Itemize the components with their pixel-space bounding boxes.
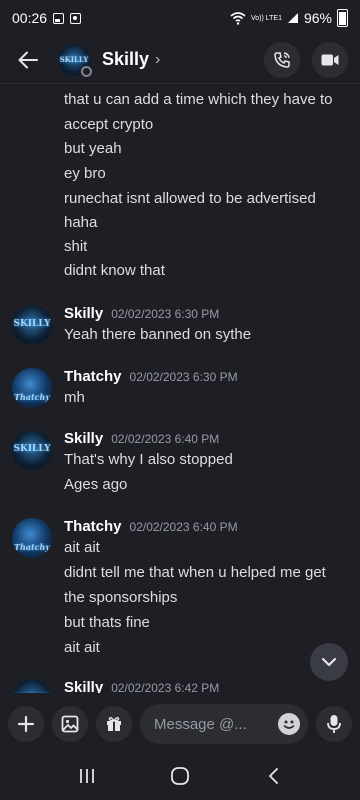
clock: 00:26 bbox=[12, 10, 48, 26]
avatar[interactable]: Thatchy bbox=[12, 368, 52, 408]
wifi-icon bbox=[230, 12, 246, 25]
voice-call-button[interactable] bbox=[264, 41, 300, 78]
message-line: ey bro bbox=[64, 165, 106, 182]
message-timestamp: 02/02/2023 6:30 PM bbox=[129, 370, 238, 384]
chat-header: SKILLY Skilly › bbox=[0, 36, 360, 84]
message-line: didnt tell me that when u helped me get bbox=[64, 564, 326, 581]
message-line: didnt know that bbox=[64, 262, 165, 279]
avatar[interactable]: Thatchy bbox=[12, 518, 52, 558]
message-line: that u can add a time which they have to bbox=[64, 91, 333, 108]
avatar[interactable]: SKILLY bbox=[12, 679, 52, 693]
emoji-icon[interactable] bbox=[278, 713, 300, 735]
message-line: but yeah bbox=[64, 140, 122, 157]
arrow-left-icon[interactable] bbox=[12, 44, 44, 76]
image-icon bbox=[61, 715, 79, 733]
avatar-logo-text: SKILLY bbox=[13, 319, 51, 329]
message-timestamp: 02/02/2023 6:42 PM bbox=[111, 681, 220, 693]
message-author[interactable]: Skilly 02/02/2023 6:40 PM bbox=[64, 430, 219, 447]
home-button[interactable] bbox=[160, 756, 200, 796]
message-line: but thats fine bbox=[64, 614, 150, 631]
plus-icon bbox=[17, 715, 35, 733]
chevron-left-icon bbox=[269, 768, 279, 784]
avatar[interactable]: SKILLY bbox=[12, 430, 52, 470]
video-call-button[interactable] bbox=[312, 41, 348, 78]
message-line: accept crypto bbox=[64, 116, 154, 133]
channel-title[interactable]: Skilly bbox=[102, 49, 149, 70]
signal-icon bbox=[287, 13, 298, 23]
avatar-logo-text: SKILLY bbox=[59, 54, 89, 64]
message-timestamp: 02/02/2023 6:40 PM bbox=[111, 432, 220, 446]
back-button[interactable] bbox=[253, 756, 293, 796]
message-line: runechat isnt allowed to be advertised bbox=[64, 190, 316, 207]
avatar-logo-text: Thatchy bbox=[14, 542, 50, 552]
message-line: mh bbox=[64, 389, 85, 406]
message-line: the sponsorships bbox=[64, 589, 178, 606]
recent-apps-icon bbox=[79, 769, 94, 783]
message-timestamp: 02/02/2023 6:40 PM bbox=[129, 520, 238, 534]
message-author[interactable]: Skilly 02/02/2023 6:42 PM bbox=[64, 679, 219, 693]
message-input-placeholder: Message @... bbox=[154, 715, 247, 733]
gift-button[interactable] bbox=[96, 706, 132, 742]
message-line: Yeah there banned on sythe bbox=[64, 326, 252, 343]
message-author[interactable]: Thatchy 02/02/2023 6:30 PM bbox=[64, 368, 238, 385]
network-label: Vo)) LTE1 bbox=[250, 14, 282, 22]
home-icon bbox=[171, 767, 189, 785]
battery-percent: 96% bbox=[303, 10, 332, 26]
message-author[interactable]: Skilly 02/02/2023 6:30 PM bbox=[64, 305, 219, 322]
phone-icon bbox=[274, 51, 290, 68]
message-line: That's why I also stopped bbox=[64, 451, 233, 468]
app-notification-icon bbox=[70, 12, 82, 24]
scroll-to-bottom-button[interactable] bbox=[310, 643, 348, 681]
system-nav-bar bbox=[0, 752, 360, 800]
microphone-icon bbox=[327, 715, 341, 733]
chevron-down-icon bbox=[321, 657, 337, 667]
message-author[interactable]: Thatchy 02/02/2023 6:40 PM bbox=[64, 518, 238, 535]
gallery-notification-icon bbox=[53, 12, 65, 24]
gallery-button[interactable] bbox=[52, 706, 88, 742]
chevron-right-icon[interactable]: › bbox=[155, 51, 160, 69]
header-avatar[interactable]: SKILLY bbox=[58, 43, 92, 78]
message-input[interactable]: Message @... bbox=[140, 704, 308, 744]
avatar-logo-text: SKILLY bbox=[13, 444, 51, 454]
attach-button[interactable] bbox=[8, 706, 44, 742]
avatar-logo-text: Thatchy bbox=[14, 392, 50, 402]
status-bar: 00:26 Vo)) LTE1 96% bbox=[0, 0, 360, 36]
message-timestamp: 02/02/2023 6:30 PM bbox=[111, 307, 220, 321]
message-line: Ages ago bbox=[64, 476, 128, 493]
offline-status-icon bbox=[80, 65, 92, 78]
message-line: ait ait bbox=[64, 639, 100, 656]
voice-message-button[interactable] bbox=[316, 706, 352, 742]
message-composer: Message @... bbox=[0, 700, 360, 748]
message-line: ait ait bbox=[64, 539, 100, 556]
battery-icon bbox=[337, 9, 348, 27]
recent-apps-button[interactable] bbox=[67, 756, 107, 796]
message-line: shit bbox=[64, 238, 88, 255]
message-list[interactable]: that u can add a time which they have to… bbox=[0, 85, 360, 693]
avatar[interactable]: SKILLY bbox=[12, 305, 52, 345]
gift-icon bbox=[107, 716, 121, 731]
video-camera-icon bbox=[321, 54, 339, 65]
message-line: haha bbox=[64, 214, 98, 231]
